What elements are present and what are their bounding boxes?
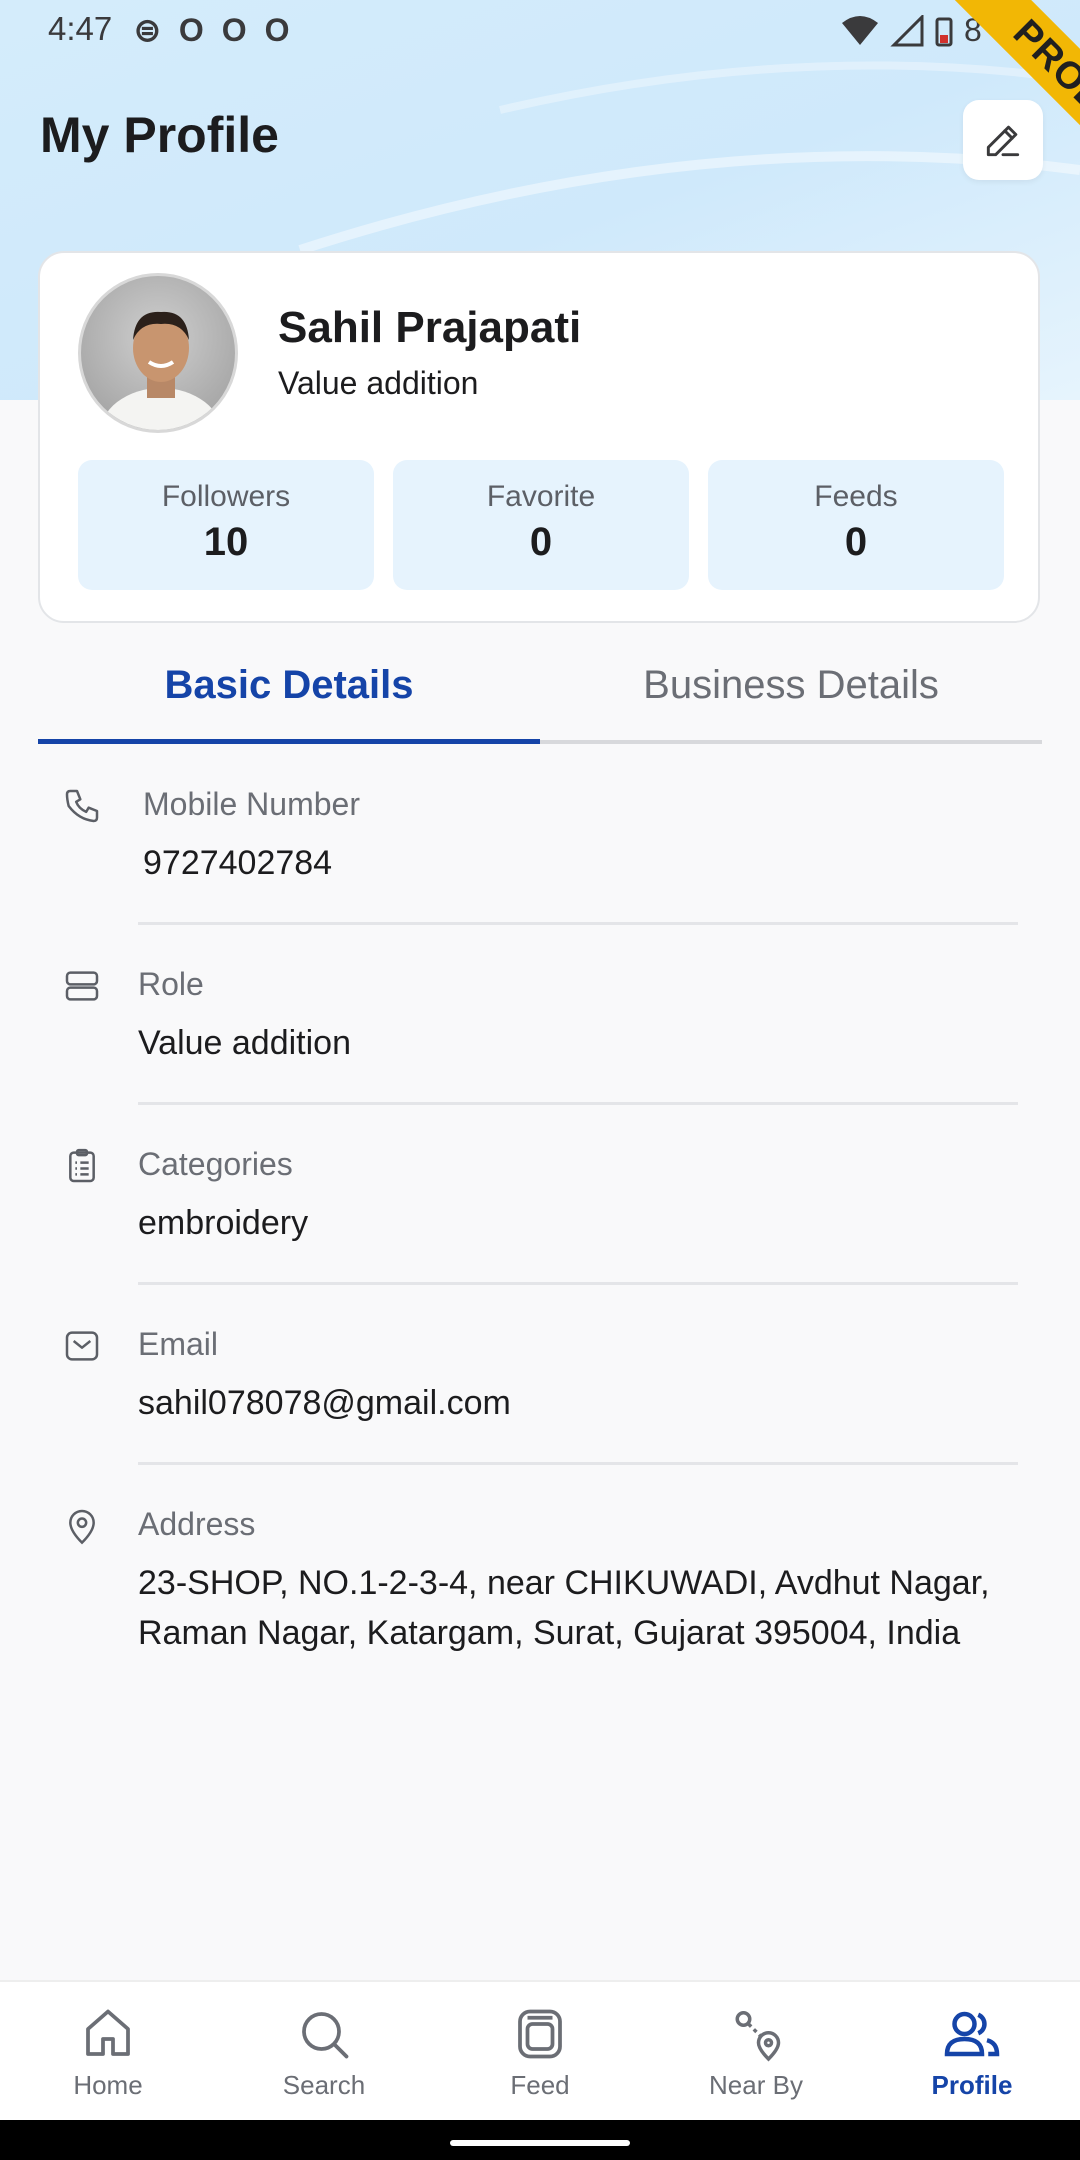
home-icon	[86, 2009, 130, 2056]
categories-value: embroidery	[138, 1204, 309, 1242]
notification-icon: O	[264, 12, 290, 48]
sim-icon: ⊜	[134, 12, 161, 48]
address-value: 23-SHOP, NO.1-2-3-4, near CHIKUWADI, Avd…	[138, 1564, 990, 1652]
email-value: sahil078078@gmail.com	[138, 1384, 511, 1422]
divider	[138, 1462, 1018, 1465]
battery-icon	[935, 17, 953, 46]
feed-icon	[518, 2009, 562, 2059]
stat-feeds[interactable]: Feeds 0	[708, 460, 1004, 590]
stat-label: Favorite	[486, 480, 596, 513]
nav-label: Feed	[510, 2070, 570, 2100]
nav-home[interactable]: Home	[0, 1982, 216, 2122]
role-value: Value addition	[138, 1024, 351, 1062]
status-time: 4:47	[48, 10, 113, 47]
details-tabs: Basic Details Business Details	[38, 640, 1042, 746]
signal-icon	[890, 14, 924, 46]
phone-icon	[65, 789, 99, 823]
role-icon	[65, 971, 99, 1001]
nav-search[interactable]: Search	[216, 1982, 432, 2122]
tab-basic-details[interactable]: Basic Details	[38, 640, 540, 740]
search-icon	[302, 2012, 349, 2059]
role-label: Role	[138, 966, 204, 1002]
status-system-icons: 8	[840, 12, 982, 49]
profile-card: Sahil Prajapati Value addition Followers…	[38, 251, 1040, 623]
profile-role: Value addition	[278, 365, 479, 401]
mail-icon	[65, 1331, 99, 1361]
status-notification-icons: ⊜ O O O	[134, 12, 289, 48]
nav-label: Home	[73, 2070, 143, 2100]
stat-label: Feeds	[814, 480, 898, 513]
home-indicator[interactable]	[450, 2140, 630, 2146]
nav-near-by[interactable]: Near By	[648, 1982, 864, 2122]
pencil-icon	[986, 125, 1020, 157]
edit-profile-button[interactable]	[963, 100, 1043, 180]
stat-value: 10	[203, 520, 249, 564]
stat-value: 0	[844, 520, 868, 564]
tab-indicator	[38, 739, 540, 744]
categories-label: Categories	[138, 1146, 293, 1182]
notification-icon: O	[221, 12, 247, 48]
nav-label: Near By	[709, 2070, 803, 2100]
profile-icon	[944, 2011, 1000, 2057]
clipboard-icon	[69, 1148, 95, 1183]
mobile-label: Mobile Number	[143, 786, 360, 822]
divider	[138, 1282, 1018, 1285]
nav-profile[interactable]: Profile	[864, 1982, 1080, 2122]
notification-icon: O	[178, 12, 204, 48]
email-label: Email	[138, 1326, 219, 1362]
status-bar: 4:47 ⊜ O O O 8	[0, 0, 1080, 60]
stat-favorite[interactable]: Favorite 0	[393, 460, 689, 590]
stat-followers[interactable]: Followers 10	[78, 460, 374, 590]
stat-value: 0	[529, 520, 553, 564]
avatar[interactable]	[78, 273, 238, 433]
tab-business-details[interactable]: Business Details	[540, 640, 1042, 740]
divider	[138, 1102, 1018, 1105]
wifi-icon	[842, 15, 878, 45]
address-label: Address	[138, 1506, 256, 1542]
profile-name: Sahil Prajapati	[278, 303, 582, 352]
bottom-navigation: Home Search Feed Near By Profile	[0, 1980, 1080, 2122]
nav-label: Search	[282, 2070, 366, 2100]
mobile-value: 9727402784	[143, 844, 333, 882]
divider	[138, 922, 1018, 925]
location-pin-icon	[69, 1509, 95, 1545]
stat-label: Followers	[161, 480, 291, 513]
nav-label: Profile	[931, 2070, 1013, 2100]
page-title: My Profile	[40, 107, 279, 163]
nav-feed[interactable]: Feed	[432, 1982, 648, 2122]
nearby-icon	[735, 2011, 781, 2062]
